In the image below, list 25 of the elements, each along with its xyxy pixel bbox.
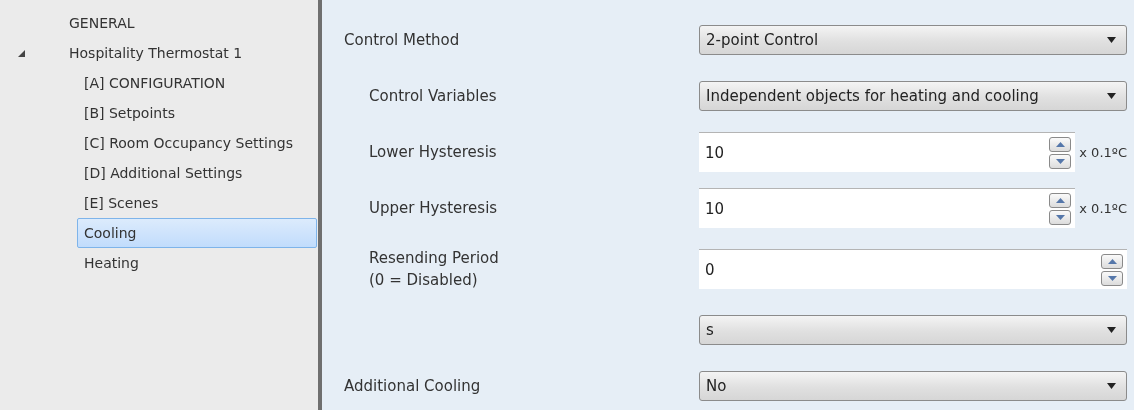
setting-label: Control Method [344,31,461,49]
dropdown[interactable]: Independent objects for heating and cooling [699,81,1127,111]
tree-item[interactable]: [D] Additional Settings [77,158,317,188]
tree-item[interactable]: [B] Setpoints [77,98,317,128]
tree-item[interactable]: Hospitality Thermostat 1 [62,38,317,68]
dropdown[interactable]: s [699,315,1127,345]
setting-label: Lower Hysteresis [369,143,498,161]
tree-item[interactable]: Cooling [77,218,317,248]
tree-item[interactable]: GENERAL [62,8,317,38]
dropdown[interactable]: 2-point Control [699,25,1127,55]
setting-label: Additional Cooling [344,377,482,395]
number-field[interactable]: 10 [699,132,1076,172]
tree-item[interactable]: [C] Room Occupancy Settings [77,128,317,158]
tree-item[interactable]: [E] Scenes [77,188,317,218]
setting-label: Control Variables [369,87,498,105]
setting-note: (0 = Disabled) [369,271,479,289]
number-field[interactable]: 0 [699,249,1127,289]
setting-label: Resending Period [369,249,500,267]
tree-item[interactable]: [A] CONFIGURATION [77,68,317,98]
number-field[interactable]: 10 [699,188,1076,228]
unit-label: x 0.1ºC [1079,200,1127,216]
tree-item[interactable]: Heating [77,248,317,278]
dropdown[interactable]: No [699,371,1127,401]
unit-label: x 0.1ºC [1079,144,1127,160]
setting-label: Upper Hysteresis [369,199,499,217]
